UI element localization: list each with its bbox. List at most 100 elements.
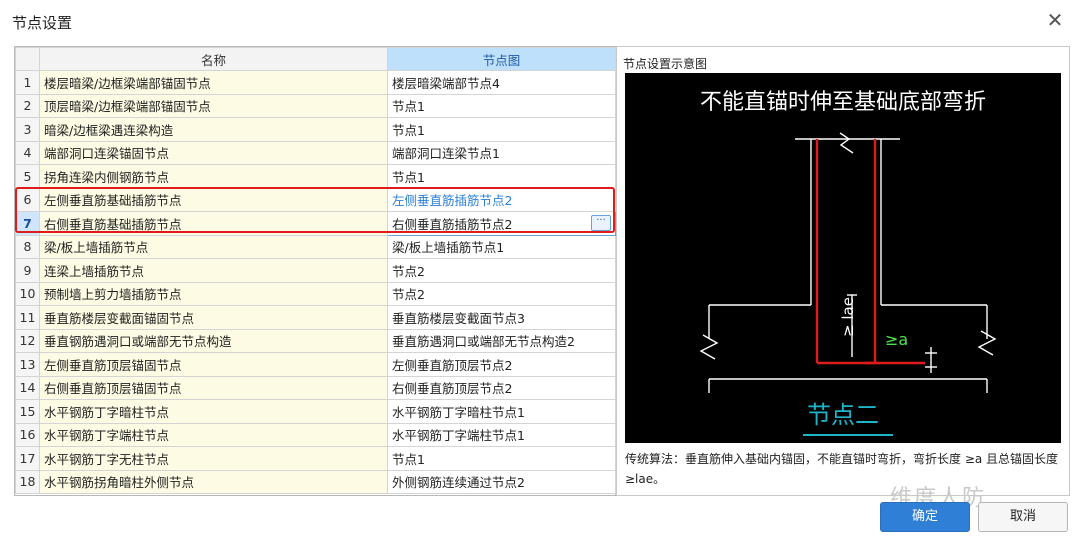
row-node-cell[interactable]: 节点2: [387, 281, 616, 306]
header-name[interactable]: 名称: [39, 47, 388, 71]
row-name-cell[interactable]: 水平钢筋丁字无柱节点: [39, 446, 388, 471]
row-name-cell[interactable]: 端部洞口连梁锚固节点: [39, 140, 388, 165]
node-value: 节点1: [392, 451, 425, 467]
table-row[interactable]: 12 垂直钢筋遇洞口或端部无节点构造 垂直筋遇洞口或端部无节点构造2: [15, 328, 616, 353]
node-diagram: 不能直锚时伸至基础底部弯折 ≥ lae ≥a 节点二: [625, 73, 1061, 443]
row-node-cell[interactable]: 梁/板上墙插筋节点1: [387, 234, 616, 259]
row-name-cell[interactable]: 水平钢筋丁字端柱节点: [39, 422, 388, 447]
row-node-cell[interactable]: 节点1: [387, 93, 616, 118]
table-row[interactable]: 11 垂直筋楼层变截面锚固节点 垂直筋楼层变截面节点3: [15, 305, 616, 330]
node-value: 端部洞口连梁节点1: [392, 146, 500, 162]
row-node-cell[interactable]: 水平钢筋丁字暗柱节点1: [387, 399, 616, 424]
node-value: 水平钢筋丁字端柱节点1: [392, 428, 525, 444]
confirm-button[interactable]: 确定: [880, 502, 970, 532]
table-row[interactable]: 7 右侧垂直筋基础插筋节点 右侧垂直筋插筋节点2 ···: [15, 211, 616, 236]
row-index[interactable]: 13: [15, 352, 40, 377]
row-node-cell[interactable]: 外侧钢筋连续通过节点2: [387, 469, 616, 494]
row-index[interactable]: 11: [15, 305, 40, 330]
row-name-cell[interactable]: 垂直筋楼层变截面锚固节点: [39, 305, 388, 330]
header-node[interactable]: 节点图: [387, 47, 616, 71]
row-node-cell[interactable]: 右侧垂直筋插筋节点2 ···: [387, 211, 616, 236]
node-value: 梁/板上墙插筋节点1: [392, 240, 505, 256]
table-row[interactable]: 18 水平钢筋拐角暗柱外侧节点 外侧钢筋连续通过节点2: [15, 469, 616, 494]
node-value: 节点2: [392, 263, 425, 279]
label-a: ≥a: [885, 330, 908, 349]
table-row[interactable]: 17 水平钢筋丁字无柱节点 节点1: [15, 446, 616, 471]
node-value: 节点2: [392, 287, 425, 303]
row-node-cell[interactable]: 节点1: [387, 164, 616, 189]
table-row[interactable]: 5 拐角连梁内侧钢筋节点 节点1: [15, 164, 616, 189]
row-node-cell[interactable]: 端部洞口连梁节点1: [387, 140, 616, 165]
node-value: 右侧垂直筋插筋节点2: [392, 216, 513, 232]
row-node-cell[interactable]: 节点1: [387, 446, 616, 471]
row-index[interactable]: 10: [15, 281, 40, 306]
rebar-lines: [815, 139, 925, 365]
row-index[interactable]: 6: [15, 187, 40, 212]
table-row[interactable]: 2 顶层暗梁/边框梁端部锚固节点 节点1: [15, 93, 616, 118]
dialog-title: 节点设置: [12, 14, 73, 32]
row-name-cell[interactable]: 左侧垂直筋基础插筋节点: [39, 187, 388, 212]
node-value: 左侧垂直筋顶层节点2: [392, 357, 513, 373]
title-bar: 节点设置 ✕: [0, 0, 1080, 40]
row-name-cell[interactable]: 左侧垂直筋顶层锚固节点: [39, 352, 388, 377]
table-row[interactable]: 8 梁/板上墙插筋节点 梁/板上墙插筋节点1: [15, 234, 616, 259]
cancel-button[interactable]: 取消: [978, 502, 1068, 532]
table-row[interactable]: 9 连梁上墙插筋节点 节点2: [15, 258, 616, 283]
node-value: 节点1: [392, 169, 425, 185]
row-index[interactable]: 3: [15, 117, 40, 142]
table-row[interactable]: 15 水平钢筋丁字暗柱节点 水平钢筋丁字暗柱节点1: [15, 399, 616, 424]
row-index[interactable]: 8: [15, 234, 40, 259]
row-name-cell[interactable]: 暗梁/边框梁遇连梁构造: [39, 117, 388, 142]
close-icon[interactable]: ✕: [1044, 9, 1066, 31]
row-name-cell[interactable]: 垂直钢筋遇洞口或端部无节点构造: [39, 328, 388, 353]
diagram-panel: 节点设置示意图 不能直锚时伸至基础底部弯折 ≥ lae ≥a 节点二 传统算法：…: [616, 46, 1070, 496]
node-value: 楼层暗梁端部节点4: [392, 75, 500, 91]
table-row[interactable]: 13 左侧垂直筋顶层锚固节点 左侧垂直筋顶层节点2: [15, 352, 616, 377]
row-index[interactable]: 7: [15, 211, 40, 236]
row-node-cell[interactable]: 左侧垂直筋插筋节点2: [387, 187, 616, 212]
row-name-cell[interactable]: 右侧垂直筋顶层锚固节点: [39, 375, 388, 400]
browse-button[interactable]: ···: [591, 215, 611, 231]
row-node-cell[interactable]: 水平钢筋丁字端柱节点1: [387, 422, 616, 447]
table-row[interactable]: 6 左侧垂直筋基础插筋节点 左侧垂直筋插筋节点2: [15, 187, 616, 212]
row-name-cell[interactable]: 水平钢筋拐角暗柱外侧节点: [39, 469, 388, 494]
row-index[interactable]: 14: [15, 375, 40, 400]
wall-outline: [699, 132, 997, 393]
row-index[interactable]: 12: [15, 328, 40, 353]
row-index[interactable]: 1: [15, 70, 40, 95]
table-row[interactable]: 10 预制墙上剪力墙插筋节点 节点2: [15, 281, 616, 306]
row-name-cell[interactable]: 右侧垂直筋基础插筋节点: [39, 211, 388, 236]
row-index[interactable]: 9: [15, 258, 40, 283]
row-node-cell[interactable]: 左侧垂直筋顶层节点2: [387, 352, 616, 377]
row-node-cell[interactable]: 右侧垂直筋顶层节点2: [387, 375, 616, 400]
row-node-cell[interactable]: 节点2: [387, 258, 616, 283]
table-row[interactable]: 4 端部洞口连梁锚固节点 端部洞口连梁节点1: [15, 140, 616, 165]
row-node-cell[interactable]: 垂直筋遇洞口或端部无节点构造2: [387, 328, 616, 353]
header-index: [15, 47, 40, 71]
row-index[interactable]: 15: [15, 399, 40, 424]
node-value: 节点1: [392, 99, 425, 115]
row-node-cell[interactable]: 楼层暗梁端部节点4: [387, 70, 616, 95]
table-row[interactable]: 3 暗梁/边框梁遇连梁构造 节点1: [15, 117, 616, 142]
row-name-cell[interactable]: 拐角连梁内侧钢筋节点: [39, 164, 388, 189]
row-index[interactable]: 18: [15, 469, 40, 494]
row-index[interactable]: 17: [15, 446, 40, 471]
row-name-cell[interactable]: 楼层暗梁/边框梁端部锚固节点: [39, 70, 388, 95]
table-row[interactable]: 1 楼层暗梁/边框梁端部锚固节点 楼层暗梁端部节点4: [15, 70, 616, 95]
row-node-cell[interactable]: 垂直筋楼层变截面节点3: [387, 305, 616, 330]
grid-header-row: 名称 节点图: [15, 47, 616, 71]
node-value: 右侧垂直筋顶层节点2: [392, 381, 513, 397]
table-row[interactable]: 14 右侧垂直筋顶层锚固节点 右侧垂直筋顶层节点2: [15, 375, 616, 400]
row-index[interactable]: 4: [15, 140, 40, 165]
row-node-cell[interactable]: 节点1: [387, 117, 616, 142]
row-index[interactable]: 2: [15, 93, 40, 118]
row-name-cell[interactable]: 预制墙上剪力墙插筋节点: [39, 281, 388, 306]
diagram-svg: 不能直锚时伸至基础底部弯折 ≥ lae ≥a 节点二: [699, 90, 997, 436]
row-name-cell[interactable]: 连梁上墙插筋节点: [39, 258, 388, 283]
row-name-cell[interactable]: 水平钢筋丁字暗柱节点: [39, 399, 388, 424]
row-name-cell[interactable]: 顶层暗梁/边框梁端部锚固节点: [39, 93, 388, 118]
row-index[interactable]: 16: [15, 422, 40, 447]
row-name-cell[interactable]: 梁/板上墙插筋节点: [39, 234, 388, 259]
row-index[interactable]: 5: [15, 164, 40, 189]
table-row[interactable]: 16 水平钢筋丁字端柱节点 水平钢筋丁字端柱节点1: [15, 422, 616, 447]
